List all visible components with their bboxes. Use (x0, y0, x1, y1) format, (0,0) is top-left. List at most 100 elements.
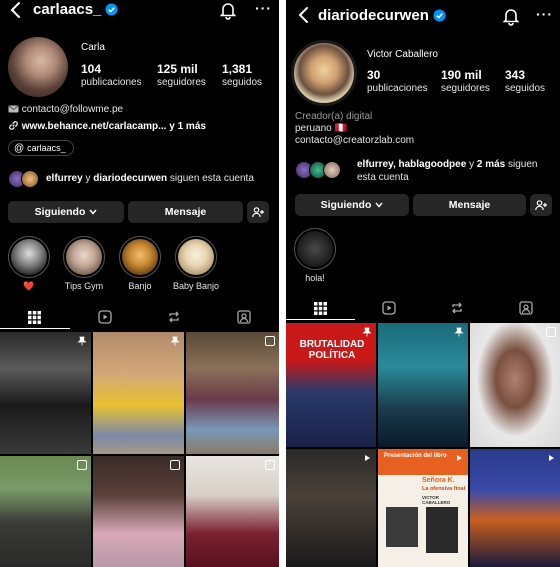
post-thumbnail[interactable]: BRUTALIDAD POLÍTICA (286, 323, 376, 447)
bio-link[interactable]: www.behance.net/carlacamp... y 1 más (8, 120, 206, 132)
pin-icon (77, 336, 87, 346)
following-button[interactable]: Siguiendo (8, 201, 124, 223)
followers-stat[interactable]: 190 mil seguidores (441, 68, 490, 94)
message-button[interactable]: Mensaje (413, 194, 526, 216)
reels-icon (382, 301, 396, 315)
verified-badge-icon (105, 3, 118, 16)
tab-reposts[interactable] (140, 305, 210, 329)
post-thumbnail[interactable] (186, 456, 279, 567)
more-icon[interactable]: ··· (536, 6, 553, 22)
follower-name: elfurrey (46, 173, 83, 184)
pin-icon (362, 327, 372, 337)
post-caption-text: La ofensiva final (422, 486, 466, 492)
tagged-icon (237, 310, 251, 324)
tab-tagged[interactable] (492, 296, 560, 320)
repost-icon (169, 311, 180, 323)
threads-handle: carlaacs_ (27, 143, 66, 153)
following-count: 1,381 (222, 62, 253, 76)
bell-icon[interactable] (502, 6, 520, 26)
highlight-thumbnail (178, 239, 214, 275)
following-label: seguidos (222, 77, 263, 88)
tab-grid[interactable] (0, 305, 70, 329)
highlight-thumbnail (66, 239, 102, 275)
post-thumbnail[interactable]: Presentación del libro Señora K. La ofen… (378, 449, 468, 567)
following-button-label: Siguiendo (34, 206, 86, 218)
reels-icon (549, 455, 554, 461)
suggest-people-button[interactable] (247, 201, 269, 223)
display-name: Carla (81, 42, 105, 53)
posts-stat: 30 publicaciones (367, 68, 428, 94)
grid-icon (313, 301, 327, 315)
email-text: contacto@followme.pe (21, 104, 124, 115)
tab-tagged[interactable] (209, 305, 279, 329)
highlight-ring (8, 236, 50, 278)
tab-reels[interactable] (70, 305, 140, 329)
followed-by-text[interactable]: elfurrey y diariodecurwen siguen esta cu… (46, 172, 276, 185)
highlight-label: Tips Gym (64, 281, 104, 291)
add-person-icon (535, 199, 547, 210)
following-button-label: Siguiendo (320, 199, 372, 211)
post-thumbnail[interactable] (378, 323, 468, 447)
post-thumbnail[interactable] (93, 332, 184, 454)
post-caption-text: VICTOR CABALLERO (422, 495, 451, 505)
reels-icon (365, 455, 370, 461)
post-thumbnail[interactable] (0, 456, 91, 567)
multi-post-icon (77, 460, 87, 470)
highlight-item[interactable]: ❤️ (6, 236, 52, 292)
highlight-item[interactable]: Tips Gym (61, 236, 107, 291)
avatar[interactable] (291, 40, 357, 106)
posts-label: publicaciones (81, 77, 142, 88)
message-button[interactable]: Mensaje (128, 201, 243, 223)
highlight-item[interactable]: hola! (292, 228, 338, 283)
threads-chip[interactable]: @ carlaacs_ (8, 140, 74, 156)
highlight-item[interactable]: Banjo (117, 236, 163, 291)
followed-suffix: siguen esta cuenta (167, 173, 254, 184)
followed-by-text[interactable]: elfurrey, hablagoodpee y 2 más siguen es… (357, 158, 557, 184)
following-count: 343 (505, 68, 526, 82)
followers-stat[interactable]: 125 mil seguidores (157, 62, 206, 88)
tab-reposts[interactable] (423, 296, 492, 320)
back-arrow-icon[interactable] (296, 5, 312, 25)
highlight-label: hola! (305, 273, 325, 283)
following-stat[interactable]: 1,381 seguidos (222, 62, 262, 88)
posts-grid (0, 332, 279, 567)
following-button[interactable]: Siguiendo (295, 194, 409, 216)
post-thumbnail[interactable] (470, 323, 560, 447)
highlight-item[interactable]: Baby Banjo (173, 236, 219, 291)
post-caption-text: Señora K. (422, 477, 455, 484)
bio-email[interactable]: contacto@creatorzlab.com (295, 135, 414, 146)
active-tab-indicator (286, 318, 355, 320)
username: diariodecurwen (318, 7, 429, 24)
tab-reels[interactable] (355, 296, 424, 320)
connector-text: y (82, 173, 94, 184)
profile-tabs (0, 305, 279, 329)
bell-icon[interactable] (219, 0, 237, 20)
post-thumbnail[interactable] (286, 449, 376, 567)
highlight-label: Baby Banjo (173, 281, 220, 291)
panel-divider (279, 0, 286, 567)
highlight-ring (175, 236, 217, 278)
avatar[interactable] (8, 37, 68, 97)
tab-grid[interactable] (286, 296, 355, 320)
top-bar: carlaacs_ ··· (0, 0, 279, 24)
pin-icon (170, 336, 180, 346)
post-thumbnail[interactable] (470, 449, 560, 567)
post-thumbnail[interactable] (0, 332, 91, 454)
highlight-thumbnail (11, 239, 47, 275)
post-thumbnail[interactable] (93, 456, 184, 567)
follower-name: diariodecurwen (93, 173, 168, 184)
bio-email[interactable]: contacto@followme.pe (8, 104, 123, 115)
highlight-ring (294, 228, 336, 270)
chevron-down-icon (89, 209, 97, 215)
posts-count: 30 (367, 68, 381, 82)
reels-icon (97, 310, 112, 324)
add-person-icon (252, 206, 264, 217)
more-icon[interactable]: ··· (255, 0, 272, 16)
post-thumbnail[interactable] (186, 332, 279, 454)
back-arrow-icon[interactable] (8, 0, 24, 20)
following-stat[interactable]: 343 seguidos (505, 68, 545, 94)
suggest-people-button[interactable] (530, 194, 552, 216)
follower-name: 2 más (476, 159, 506, 170)
top-bar: diariodecurwen ··· (286, 0, 560, 26)
repost-icon (452, 302, 463, 314)
